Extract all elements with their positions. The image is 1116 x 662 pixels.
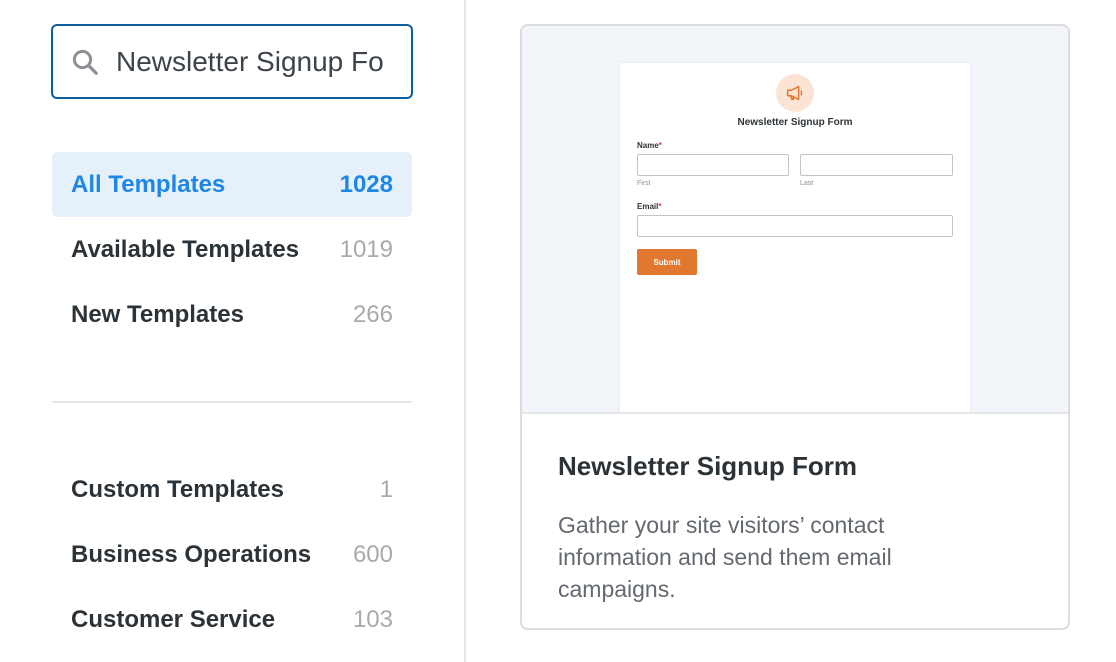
required-mark: * [658,202,662,211]
preview-first-sublabel: First [637,180,651,187]
required-mark: * [658,141,662,150]
category-available-templates[interactable]: Available Templates 1019 [52,217,412,282]
category-count: 1019 [339,235,393,263]
category-label: Business Operations [71,540,312,568]
category-count: 1028 [339,170,393,198]
search-input[interactable] [116,45,392,78]
preview-last-sublabel: Last [800,180,814,187]
search-icon [72,49,98,75]
category-label: Customer Service [71,605,276,633]
preview-submit-button: Submit [637,249,697,275]
category-label: New Templates [71,300,244,328]
category-new-templates[interactable]: New Templates 266 [52,282,412,347]
preview-last-name-field [800,154,953,176]
search-box[interactable] [51,24,413,99]
template-picker: All Templates 1028 Available Templates 1… [0,0,1116,662]
preview-name-text: Name [637,141,659,150]
category-count: 266 [352,300,393,328]
category-count: 103 [352,605,393,633]
template-sidebar: All Templates 1028 Available Templates 1… [0,0,466,662]
category-business-operations[interactable]: Business Operations 600 [52,522,412,587]
preview-first-name-field [637,154,789,176]
preview-form-title: Newsletter Signup Form [737,117,853,128]
preview-email-label: Email* [637,202,661,211]
preview-email-field [637,215,953,237]
category-custom-templates[interactable]: Custom Templates 1 [52,457,412,522]
category-label: Custom Templates [71,475,284,503]
preview-name-label: Name* [637,141,662,150]
megaphone-icon [776,74,814,112]
category-count: 600 [352,540,393,568]
template-card[interactable]: Newsletter Signup Form Name* First Last … [520,24,1070,630]
sidebar-divider [52,401,412,403]
category-count: 1 [379,475,393,503]
template-preview: Newsletter Signup Form Name* First Last … [522,26,1068,414]
template-title: Newsletter Signup Form [558,451,858,481]
category-label: Available Templates [71,235,300,263]
category-label: All Templates [71,170,226,198]
form-preview-sheet: Newsletter Signup Form Name* First Last … [620,63,970,412]
preview-email-text: Email [637,202,659,211]
category-list-primary: All Templates 1028 Available Templates 1… [52,152,412,347]
template-description: Gather your site visitors’ contact infor… [558,512,892,602]
category-all-templates[interactable]: All Templates 1028 [52,152,412,217]
category-list-secondary: Custom Templates 1 Business Operations 6… [52,457,412,652]
category-customer-service[interactable]: Customer Service 103 [52,587,412,652]
